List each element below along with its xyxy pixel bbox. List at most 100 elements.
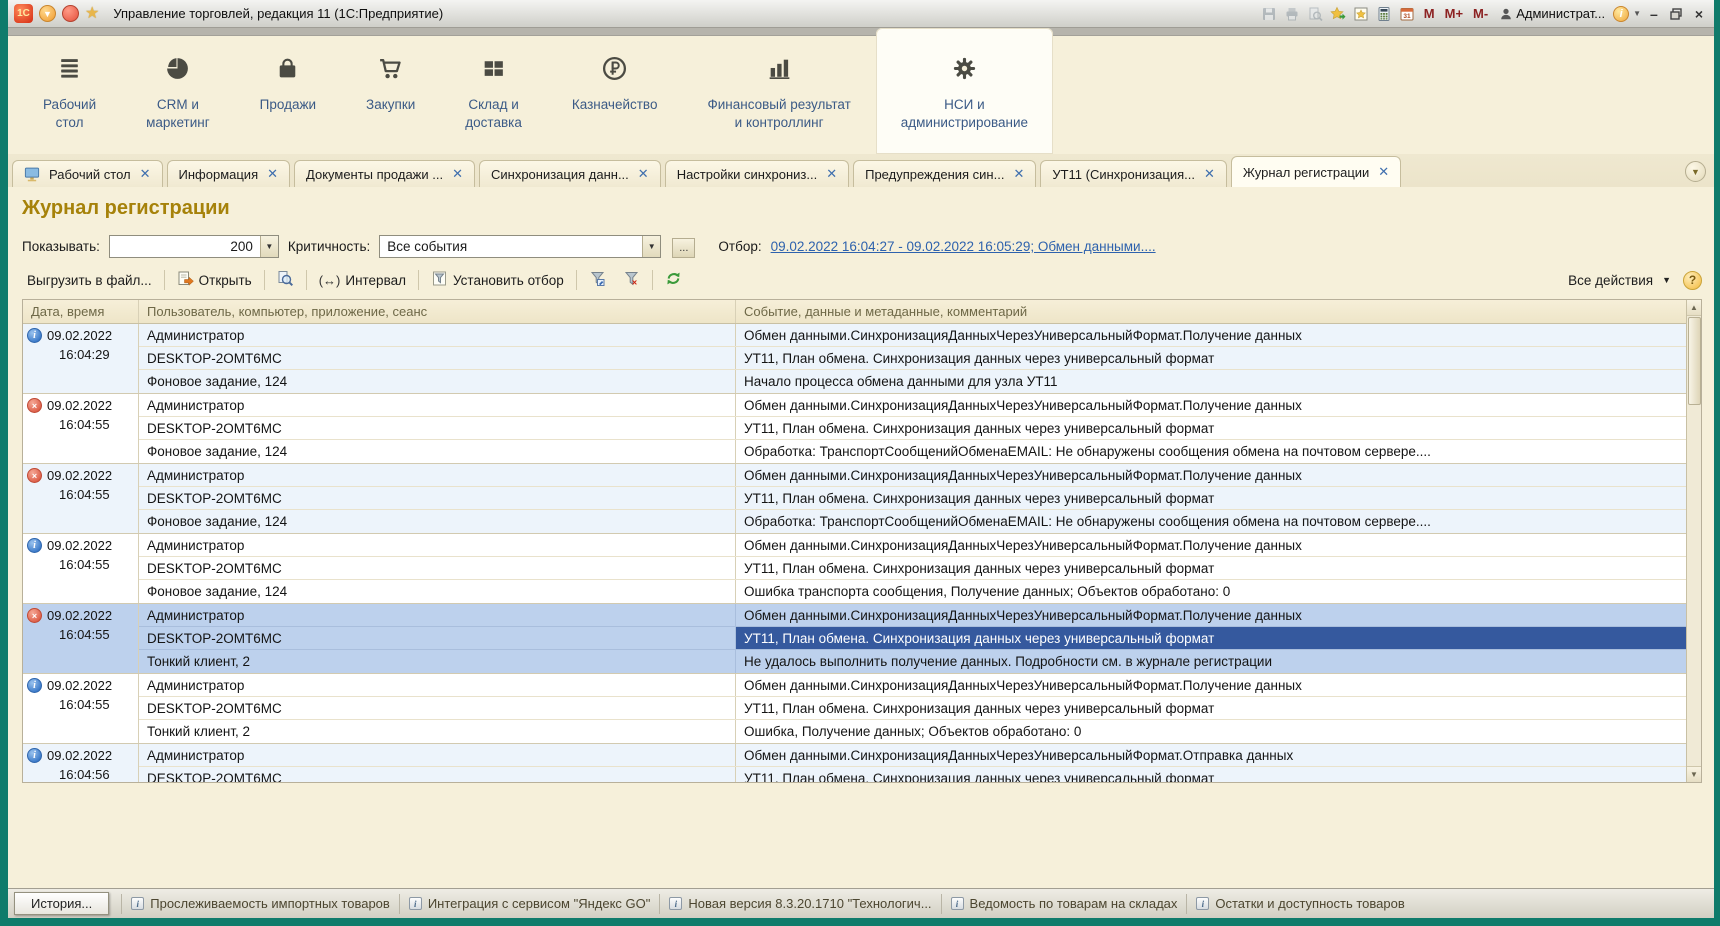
news-link[interactable]: iИнтеграция с сервисом "Яндекс GO" [399, 894, 660, 914]
log-event-cell[interactable]: Ошибка транспорта сообщения, Получение д… [736, 580, 1686, 603]
log-event-cell[interactable]: Обмен данными.СинхронизацияДанныхЧерезУн… [736, 744, 1686, 766]
log-line[interactable]: DESKTOP-2OMT6MCУТ11, План обмена. Синхро… [139, 697, 1686, 720]
favorites-list-icon[interactable] [1352, 4, 1371, 23]
criticality-more-button[interactable]: ... [672, 238, 695, 258]
log-user-cell[interactable]: DESKTOP-2OMT6MC [139, 347, 736, 369]
news-link[interactable]: iНовая версия 8.3.20.1710 "Технологич... [659, 894, 940, 914]
restore-button[interactable] [1667, 4, 1686, 23]
log-event-cell[interactable]: Обмен данными.СинхронизацияДанныхЧерезУн… [736, 674, 1686, 696]
section-item-warehouse[interactable]: Склад идоставка [440, 36, 547, 154]
open-button[interactable]: Открыть [172, 268, 257, 292]
log-event-cell[interactable]: Обработка: ТранспортСообщенийОбменаEMAIL… [736, 440, 1686, 463]
log-user-cell[interactable]: DESKTOP-2OMT6MC [139, 557, 736, 579]
main-menu-button[interactable]: ▼ [39, 5, 56, 22]
help-button[interactable]: ? [1683, 271, 1702, 290]
memory-add-button[interactable]: M+ [1442, 6, 1466, 21]
close-button[interactable]: × [1690, 6, 1708, 22]
log-record[interactable]: ×09.02.202216:04:55АдминистраторОбмен да… [23, 604, 1686, 674]
tab-6[interactable]: Предупреждения син...✕ [853, 160, 1036, 187]
log-user-cell[interactable]: Фоновое задание, 124 [139, 370, 736, 393]
log-line[interactable]: АдминистраторОбмен данными.Синхронизация… [139, 464, 1686, 487]
log-line[interactable]: DESKTOP-2OMT6MCУТ11, План обмена. Синхро… [139, 767, 1686, 782]
favorites-star-icon[interactable]: ★ [85, 6, 99, 22]
log-event-cell[interactable]: Обработка: ТранспортСообщенийОбменаEMAIL… [736, 510, 1686, 533]
tab-2[interactable]: Информация✕ [167, 160, 291, 187]
log-line[interactable]: DESKTOP-2OMT6MCУТ11, План обмена. Синхро… [139, 347, 1686, 370]
scroll-down-icon[interactable]: ▼ [1687, 766, 1701, 782]
log-line[interactable]: АдминистраторОбмен данными.Синхронизация… [139, 604, 1686, 627]
section-item-treasury[interactable]: Казначейство [547, 36, 683, 154]
log-date-cell[interactable]: i09.02.202216:04:29 [23, 324, 139, 393]
log-line[interactable]: Фоновое задание, 124Обработка: Транспорт… [139, 440, 1686, 463]
log-user-cell[interactable]: DESKTOP-2OMT6MC [139, 417, 736, 439]
section-item-sales[interactable]: Продажи [235, 36, 341, 154]
show-count-combobox[interactable]: 200 ▼ [109, 235, 279, 258]
log-event-cell[interactable]: Обмен данными.СинхронизацияДанныхЧерезУн… [736, 324, 1686, 346]
log-user-cell[interactable]: Фоновое задание, 124 [139, 510, 736, 533]
tab-4[interactable]: Синхронизация данн...✕ [479, 160, 661, 187]
history-button[interactable]: История... [14, 892, 109, 915]
log-user-cell[interactable]: Администратор [139, 534, 736, 556]
news-link[interactable]: iПрослеживаемость импортных товаров [121, 894, 399, 914]
add-favorite-icon[interactable] [1329, 4, 1348, 23]
all-actions-button[interactable]: Все действия▼ [1563, 271, 1676, 290]
tab-close-icon[interactable]: ✕ [638, 166, 649, 182]
log-user-cell[interactable]: Фоновое задание, 124 [139, 440, 736, 463]
log-line[interactable]: Тонкий клиент, 2Ошибка, Получение данных… [139, 720, 1686, 743]
log-date-cell[interactable]: ×09.02.202216:04:55 [23, 464, 139, 533]
log-record[interactable]: i09.02.202216:04:56АдминистраторОбмен да… [23, 744, 1686, 782]
log-line[interactable]: DESKTOP-2OMT6MCУТ11, План обмена. Синхро… [139, 557, 1686, 580]
scrollbar-thumb[interactable] [1688, 317, 1701, 405]
news-link[interactable]: iОстатки и доступность товаров [1186, 894, 1413, 914]
log-user-cell[interactable]: Администратор [139, 324, 736, 346]
log-user-cell[interactable]: DESKTOP-2OMT6MC [139, 767, 736, 782]
log-event-cell[interactable]: Обмен данными.СинхронизацияДанныхЧерезУн… [736, 534, 1686, 556]
filter-range-link[interactable]: 09.02.2022 16:04:27 - 09.02.2022 16:05:2… [771, 239, 1156, 254]
refresh-button[interactable] [660, 268, 687, 292]
export-to-file-button[interactable]: Выгрузить в файл... [22, 271, 157, 290]
news-link[interactable]: iВедомость по товарам на складах [941, 894, 1187, 914]
log-line[interactable]: Тонкий клиент, 2Не удалось выполнить пол… [139, 650, 1686, 673]
log-user-cell[interactable]: Тонкий клиент, 2 [139, 720, 736, 743]
log-line[interactable]: АдминистраторОбмен данными.Синхронизация… [139, 674, 1686, 697]
set-filter-button[interactable]: Установить отбор [426, 268, 569, 292]
clear-filter-button[interactable]: × [618, 268, 645, 292]
log-record[interactable]: ×09.02.202216:04:55АдминистраторОбмен да… [23, 394, 1686, 464]
log-record[interactable]: i09.02.202216:04:55АдминистраторОбмен да… [23, 674, 1686, 744]
log-record[interactable]: i09.02.202216:04:55АдминистраторОбмен да… [23, 534, 1686, 604]
criticality-combobox[interactable]: Все события ▼ [379, 235, 661, 258]
log-line[interactable]: DESKTOP-2OMT6MCУТ11, План обмена. Синхро… [139, 417, 1686, 440]
section-item-finance[interactable]: Финансовый результати контроллинг [682, 36, 875, 154]
log-record[interactable]: ×09.02.202216:04:55АдминистраторОбмен да… [23, 464, 1686, 534]
log-date-cell[interactable]: ×09.02.202216:04:55 [23, 394, 139, 463]
log-event-cell[interactable]: УТ11, План обмена. Синхронизация данных … [736, 417, 1686, 439]
scroll-up-icon[interactable]: ▲ [1687, 300, 1701, 316]
log-event-cell[interactable]: Начало процесса обмена данными для узла … [736, 370, 1686, 393]
1c-logo-icon[interactable]: 1С [14, 4, 33, 23]
log-user-cell[interactable]: DESKTOP-2OMT6MC [139, 697, 736, 719]
info-icon[interactable]: i [1613, 6, 1629, 22]
log-line[interactable]: DESKTOP-2OMT6MCУТ11, План обмена. Синхро… [139, 487, 1686, 510]
tab-close-icon[interactable]: ✕ [1378, 164, 1389, 180]
chevron-down-icon[interactable]: ▼ [642, 236, 660, 257]
column-header-event[interactable]: Событие, данные и метаданные, комментари… [736, 300, 1686, 323]
log-line[interactable]: АдминистраторОбмен данными.Синхронизация… [139, 324, 1686, 347]
tab-7[interactable]: УТ11 (Синхронизация...✕ [1040, 160, 1227, 187]
log-event-cell[interactable]: УТ11, План обмена. Синхронизация данных … [736, 347, 1686, 369]
tab-close-icon[interactable]: ✕ [826, 166, 837, 182]
log-event-cell[interactable]: Обмен данными.СинхронизацияДанныхЧерезУн… [736, 464, 1686, 486]
minimize-button[interactable]: – [1645, 6, 1663, 22]
info-chevron-icon[interactable]: ▼ [1633, 9, 1641, 18]
calendar-icon[interactable]: 31 [1398, 4, 1417, 23]
log-line[interactable]: Фоновое задание, 124Ошибка транспорта со… [139, 580, 1686, 603]
log-date-cell[interactable]: i09.02.202216:04:55 [23, 534, 139, 603]
log-date-cell[interactable]: ×09.02.202216:04:55 [23, 604, 139, 673]
tab-close-icon[interactable]: ✕ [267, 166, 278, 182]
log-user-cell[interactable]: Администратор [139, 464, 736, 486]
record-button[interactable] [62, 5, 79, 22]
log-date-cell[interactable]: i09.02.202216:04:56 [23, 744, 139, 782]
log-user-cell[interactable]: Администратор [139, 604, 736, 626]
log-line[interactable]: АдминистраторОбмен данными.Синхронизация… [139, 534, 1686, 557]
log-line[interactable]: АдминистраторОбмен данными.Синхронизация… [139, 394, 1686, 417]
log-event-cell[interactable]: УТ11, План обмена. Синхронизация данных … [736, 627, 1686, 649]
